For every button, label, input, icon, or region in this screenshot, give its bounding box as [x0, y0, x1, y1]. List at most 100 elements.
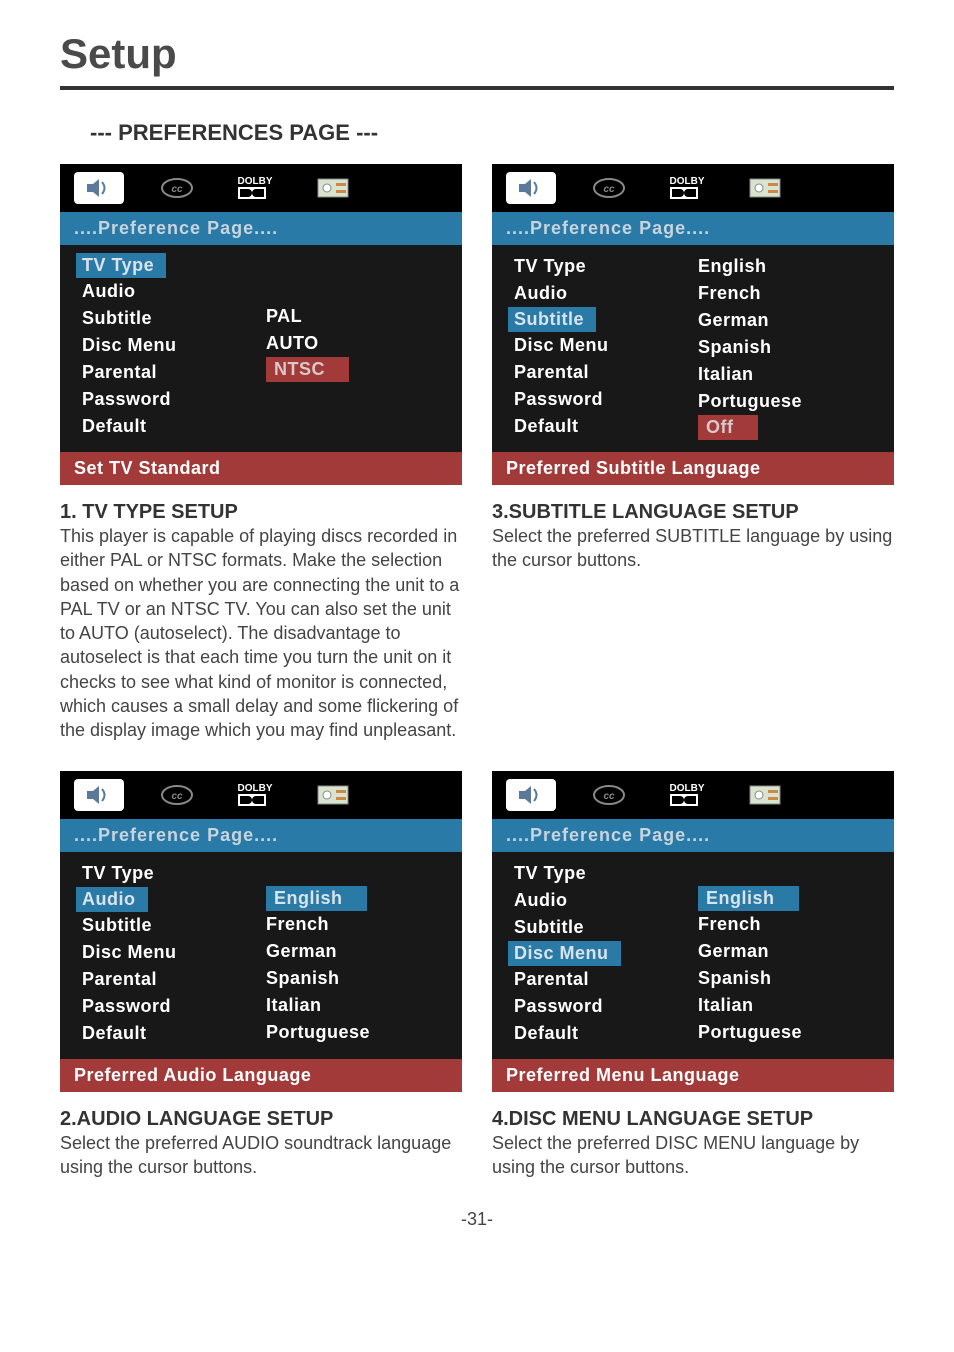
menu-item-parental[interactable]: Parental: [82, 966, 266, 993]
tab-dolby-icon[interactable]: DOLBY: [662, 172, 712, 204]
option-ntsc[interactable]: NTSC: [266, 357, 349, 382]
menu-item-tvtype[interactable]: TV Type: [514, 860, 698, 887]
menu-tabs: cc DOLBY: [60, 771, 462, 819]
svg-text:cc: cc: [171, 184, 183, 195]
menu-item-subtitle[interactable]: Subtitle: [82, 305, 266, 332]
menu-item-password[interactable]: Password: [514, 993, 698, 1020]
menu-card-discmenu: cc DOLBY ....Preference Page.... TV Type…: [492, 771, 894, 1092]
menu-item-tvtype[interactable]: TV Type: [514, 253, 698, 280]
menu-item-discmenu[interactable]: Disc Menu: [508, 941, 621, 966]
tab-flag-icon[interactable]: [308, 779, 358, 811]
menu-card-tvtype: cc DOLBY ....Preference Page.... TV Type…: [60, 164, 462, 485]
menu-item-subtitle[interactable]: Subtitle: [514, 914, 698, 941]
menu-left-list: TV Type Audio Subtitle Disc Menu Parenta…: [60, 253, 266, 440]
menu-right-list: English French German Spanish Italian Po…: [698, 253, 894, 440]
tab-cc-icon[interactable]: cc: [584, 172, 634, 204]
option-german[interactable]: German: [698, 307, 882, 334]
menu-item-password[interactable]: Password: [82, 386, 266, 413]
left-column: cc DOLBY ....Preference Page.... TV Type…: [60, 164, 462, 1179]
tab-dolby-icon[interactable]: DOLBY: [662, 779, 712, 811]
dolby-label: DOLBY: [238, 176, 273, 187]
tab-dolby-icon[interactable]: DOLBY: [230, 172, 280, 204]
two-column-layout: cc DOLBY ....Preference Page.... TV Type…: [60, 164, 894, 1179]
option-portuguese[interactable]: Portuguese: [698, 388, 882, 415]
menu-right-list: English French German Spanish Italian Po…: [698, 860, 894, 1047]
tab-dolby-icon[interactable]: DOLBY: [230, 779, 280, 811]
menu-item-default[interactable]: Default: [514, 413, 698, 440]
menu-header: ....Preference Page....: [492, 212, 894, 245]
option-french[interactable]: French: [266, 911, 450, 938]
option-spanish[interactable]: Spanish: [698, 965, 882, 992]
option-german[interactable]: German: [266, 938, 450, 965]
menu-item-audio[interactable]: Audio: [514, 280, 698, 307]
option-portuguese[interactable]: Portuguese: [698, 1019, 882, 1046]
menu-footer: Preferred Subtitle Language: [492, 452, 894, 485]
dolby-label: DOLBY: [670, 176, 705, 187]
tab-cc-icon[interactable]: cc: [584, 779, 634, 811]
option-english[interactable]: English: [698, 253, 882, 280]
dolby-label: DOLBY: [670, 783, 705, 794]
option-italian[interactable]: Italian: [698, 992, 882, 1019]
option-english[interactable]: English: [266, 886, 367, 911]
menu-right-list: PAL AUTO NTSC: [266, 253, 462, 440]
tab-speaker-icon[interactable]: [74, 172, 124, 204]
section3-heading: 3.SUBTITLE LANGUAGE SETUP: [492, 501, 894, 524]
menu-item-parental[interactable]: Parental: [514, 359, 698, 386]
tab-cc-icon[interactable]: cc: [152, 172, 202, 204]
option-italian[interactable]: Italian: [698, 361, 882, 388]
menu-item-audio[interactable]: Audio: [514, 887, 698, 914]
option-french[interactable]: French: [698, 280, 882, 307]
menu-item-tvtype[interactable]: TV Type: [82, 860, 266, 887]
tab-flag-icon[interactable]: [740, 172, 790, 204]
menu-item-discmenu[interactable]: Disc Menu: [82, 939, 266, 966]
menu-tabs: cc DOLBY: [492, 164, 894, 212]
tab-speaker-icon[interactable]: [506, 172, 556, 204]
section1-heading: 1. TV TYPE SETUP: [60, 501, 462, 524]
menu-body: TV Type Audio Subtitle Disc Menu Parenta…: [60, 852, 462, 1059]
tab-flag-icon[interactable]: [308, 172, 358, 204]
menu-item-discmenu[interactable]: Disc Menu: [82, 332, 266, 359]
tab-cc-icon[interactable]: cc: [152, 779, 202, 811]
menu-item-audio[interactable]: Audio: [82, 278, 266, 305]
menu-item-password[interactable]: Password: [82, 993, 266, 1020]
option-french[interactable]: French: [698, 911, 882, 938]
option-spanish[interactable]: Spanish: [266, 965, 450, 992]
dolby-label: DOLBY: [238, 783, 273, 794]
option-off[interactable]: Off: [698, 415, 758, 440]
tab-speaker-icon[interactable]: [506, 779, 556, 811]
menu-body: TV Type Audio Subtitle Disc Menu Parenta…: [492, 852, 894, 1059]
option-auto[interactable]: AUTO: [266, 330, 450, 357]
menu-item-default[interactable]: Default: [82, 1020, 266, 1047]
option-portuguese[interactable]: Portuguese: [266, 1019, 450, 1046]
svg-text:cc: cc: [171, 791, 183, 802]
option-spanish[interactable]: Spanish: [698, 334, 882, 361]
tab-speaker-icon[interactable]: [74, 779, 124, 811]
menu-item-parental[interactable]: Parental: [514, 966, 698, 993]
option-pal[interactable]: PAL: [266, 303, 450, 330]
menu-item-password[interactable]: Password: [514, 386, 698, 413]
option-italian[interactable]: Italian: [266, 992, 450, 1019]
tab-flag-icon[interactable]: [740, 779, 790, 811]
menu-item-parental[interactable]: Parental: [82, 359, 266, 386]
menu-item-default[interactable]: Default: [82, 413, 266, 440]
menu-item-tvtype[interactable]: TV Type: [76, 253, 166, 278]
menu-header: ....Preference Page....: [60, 212, 462, 245]
option-english[interactable]: English: [698, 886, 799, 911]
svg-text:cc: cc: [603, 184, 615, 195]
menu-item-discmenu[interactable]: Disc Menu: [514, 332, 698, 359]
option-german[interactable]: German: [698, 938, 882, 965]
section1-text: This player is capable of playing discs …: [60, 524, 462, 743]
menu-left-list: TV Type Audio Subtitle Disc Menu Parenta…: [492, 253, 698, 440]
menu-item-subtitle[interactable]: Subtitle: [82, 912, 266, 939]
right-column: cc DOLBY ....Preference Page.... TV Type…: [492, 164, 894, 1179]
menu-item-audio[interactable]: Audio: [76, 887, 148, 912]
menu-item-subtitle[interactable]: Subtitle: [508, 307, 596, 332]
menu-body: TV Type Audio Subtitle Disc Menu Parenta…: [60, 245, 462, 452]
section3-text: Select the preferred SUBTITLE language b…: [492, 524, 894, 573]
page-title: Setup: [60, 30, 894, 90]
menu-tabs: cc DOLBY: [492, 771, 894, 819]
menu-left-list: TV Type Audio Subtitle Disc Menu Parenta…: [60, 860, 266, 1047]
menu-item-default[interactable]: Default: [514, 1020, 698, 1047]
menu-card-audio: cc DOLBY ....Preference Page.... TV Type…: [60, 771, 462, 1092]
menu-body: TV Type Audio Subtitle Disc Menu Parenta…: [492, 245, 894, 452]
